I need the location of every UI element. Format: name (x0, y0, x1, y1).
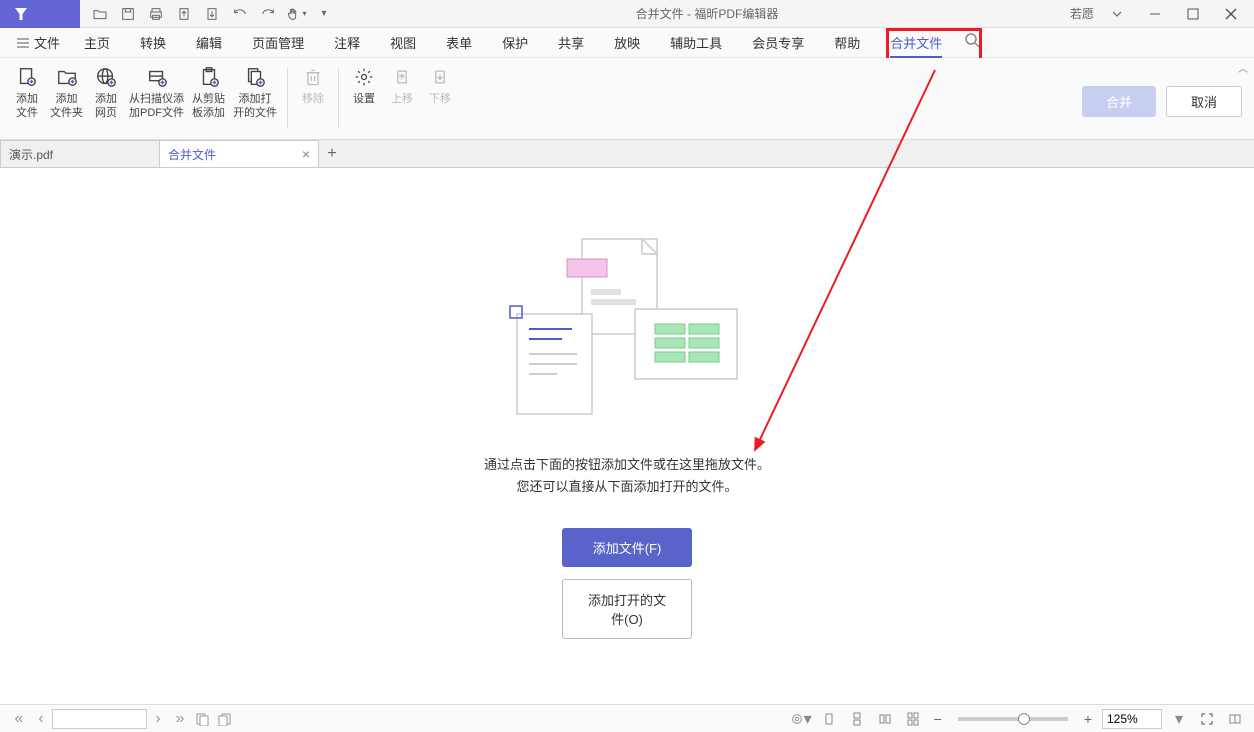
move-up-label: 上移 (391, 92, 413, 106)
move-down-button: 下移 (421, 62, 459, 108)
add-folder-button[interactable]: 添加 文件夹 (46, 62, 87, 122)
page-back-icon[interactable] (213, 708, 235, 730)
menu-protect[interactable]: 保护 (488, 33, 542, 52)
add-open-button[interactable]: 添加打 开的文件 (229, 62, 281, 122)
menubar: 文件 主页 转换 编辑 页面管理 注释 视图 表单 保护 共享 放映 辅助工具 … (0, 28, 1254, 58)
tabbar: 演示.pdf 合并文件 × + (0, 140, 1254, 168)
tab-demo[interactable]: 演示.pdf (0, 140, 160, 167)
window-title: 合并文件 - 福昕PDF编辑器 (344, 5, 1070, 22)
page-input[interactable] (52, 709, 147, 729)
facing-continuous-icon[interactable] (902, 708, 924, 730)
menu-edit[interactable]: 编辑 (182, 33, 236, 52)
menu-vip[interactable]: 会员专享 (738, 33, 818, 52)
remove-label: 移除 (302, 92, 324, 106)
menu-home[interactable]: 主页 (70, 33, 124, 52)
view-toggle-icon[interactable]: ▾ (790, 708, 812, 730)
page-fwd-icon[interactable] (191, 708, 213, 730)
move-up-button: 上移 (383, 62, 421, 108)
menu-comment[interactable]: 注释 (320, 33, 374, 52)
menu-form[interactable]: 表单 (432, 33, 486, 52)
user-dropdown-icon[interactable] (1102, 2, 1132, 26)
cancel-button[interactable]: 取消 (1166, 86, 1242, 117)
add-scan-button[interactable]: 从扫描仪添 加PDF文件 (125, 62, 188, 122)
tab-close-icon[interactable]: × (302, 146, 310, 162)
add-open-label: 添加打 开的文件 (233, 92, 277, 120)
add-scan-label: 从扫描仪添 加PDF文件 (129, 92, 184, 120)
move-down-label: 下移 (429, 92, 451, 106)
close-icon[interactable] (1216, 2, 1246, 26)
ribbon: 添加 文件 添加 文件夹 添加 网页 从扫描仪添 加PDF文件 从剪贴 板添加 … (0, 58, 1254, 140)
open-icon[interactable] (88, 2, 112, 26)
add-file-button[interactable]: 添加 文件 (8, 62, 46, 122)
single-page-icon[interactable] (818, 708, 840, 730)
first-page-icon[interactable]: « (8, 708, 30, 730)
titlebar: ▾ ▾ 合并文件 - 福昕PDF编辑器 若愿 (0, 0, 1254, 28)
zoom-in-icon[interactable]: + (1080, 711, 1096, 727)
add-files-button[interactable]: 添加文件(F) (562, 528, 692, 567)
add-clipboard-label: 从剪贴 板添加 (192, 92, 225, 120)
minimize-icon[interactable] (1140, 2, 1170, 26)
redo-icon[interactable] (256, 2, 280, 26)
add-web-button[interactable]: 添加 网页 (87, 62, 125, 122)
instruction-line1: 通过点击下面的按钮添加文件或在这里拖放文件。 (484, 454, 770, 476)
undo-icon[interactable] (228, 2, 252, 26)
collapse-ribbon-icon[interactable]: ︿ (1238, 60, 1248, 75)
add-file-label: 添加 文件 (16, 92, 38, 120)
next-page-icon[interactable]: › (147, 708, 169, 730)
menu-slideshow[interactable]: 放映 (600, 33, 654, 52)
last-page-icon[interactable]: » (169, 708, 191, 730)
menu-file-label: 文件 (34, 33, 60, 52)
user-name[interactable]: 若愿 (1070, 5, 1094, 22)
continuous-icon[interactable] (846, 708, 868, 730)
tab-label: 合并文件 (168, 146, 216, 163)
menu-file[interactable]: 文件 (8, 33, 68, 52)
menu-page[interactable]: 页面管理 (238, 33, 318, 52)
zoom-out-icon[interactable]: − (930, 711, 946, 727)
hand-icon[interactable]: ▾ (284, 2, 308, 26)
add-open-files-button[interactable]: 添加打开的文件(O) (562, 579, 692, 639)
separator (287, 68, 288, 128)
empty-state-illustration (507, 234, 747, 424)
menu-merge[interactable]: 合并文件 (876, 33, 956, 52)
maximize-icon[interactable] (1178, 2, 1208, 26)
fullscreen-icon[interactable] (1196, 708, 1218, 730)
tab-label: 演示.pdf (9, 146, 53, 163)
merge-button[interactable]: 合并 (1082, 86, 1156, 117)
zoom-input[interactable] (1102, 709, 1162, 729)
qat-dropdown-icon[interactable]: ▾ (312, 2, 336, 26)
print-icon[interactable] (144, 2, 168, 26)
app-logo[interactable] (0, 0, 80, 28)
add-clipboard-button[interactable]: 从剪贴 板添加 (188, 62, 229, 122)
search-icon[interactable] (964, 32, 980, 53)
menu-share[interactable]: 共享 (544, 33, 598, 52)
zoom-slider[interactable] (958, 717, 1068, 721)
menu-view[interactable]: 视图 (376, 33, 430, 52)
instruction-text: 通过点击下面的按钮添加文件或在这里拖放文件。 您还可以直接从下面添加打开的文件。 (484, 454, 770, 498)
separator (338, 68, 339, 128)
statusbar: « ‹ › » ▾ − + ▾ (0, 704, 1254, 732)
save-icon[interactable] (116, 2, 140, 26)
menu-tools[interactable]: 辅助工具 (656, 33, 736, 52)
add-web-label: 添加 网页 (95, 92, 117, 120)
tab-merge[interactable]: 合并文件 × (159, 140, 319, 167)
instruction-line2: 您还可以直接从下面添加打开的文件。 (484, 476, 770, 498)
settings-button[interactable]: 设置 (345, 62, 383, 108)
page-prev-icon[interactable] (172, 2, 196, 26)
zoom-dropdown-icon[interactable]: ▾ (1168, 708, 1190, 730)
menu-help[interactable]: 帮助 (820, 33, 874, 52)
add-folder-label: 添加 文件夹 (50, 92, 83, 120)
menu-convert[interactable]: 转换 (126, 33, 180, 52)
settings-label: 设置 (353, 92, 375, 106)
tab-add-button[interactable]: + (318, 140, 346, 167)
content-area: 通过点击下面的按钮添加文件或在这里拖放文件。 您还可以直接从下面添加打开的文件。… (0, 168, 1254, 704)
prev-page-icon[interactable]: ‹ (30, 708, 52, 730)
remove-button: 移除 (294, 62, 332, 108)
page-next-icon[interactable] (200, 2, 224, 26)
read-mode-icon[interactable] (1224, 708, 1246, 730)
facing-icon[interactable] (874, 708, 896, 730)
